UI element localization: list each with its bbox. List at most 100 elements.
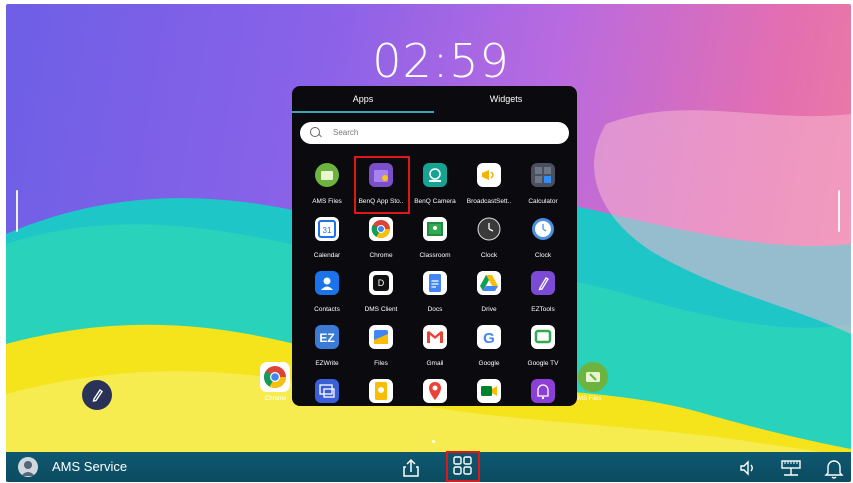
app-drawer: Apps Widgets Search AMS Files BenQ App S… bbox=[292, 86, 577, 406]
volume-button[interactable] bbox=[738, 458, 758, 478]
app-meet[interactable] bbox=[462, 374, 516, 406]
app-google[interactable]: G Google bbox=[462, 320, 516, 374]
app-label: BenQ Camera bbox=[414, 198, 456, 205]
app-label: DMS Client bbox=[364, 306, 398, 313]
search-placeholder: Search bbox=[333, 128, 359, 137]
clock-icon bbox=[531, 217, 555, 241]
app-gmail[interactable]: Gmail bbox=[408, 320, 462, 374]
right-edge-handle[interactable] bbox=[838, 190, 840, 232]
network-button[interactable] bbox=[780, 458, 802, 478]
drive-icon bbox=[477, 271, 501, 295]
app-label: Docs bbox=[427, 306, 443, 313]
app-alarm[interactable] bbox=[516, 374, 570, 406]
highlight-benq-app-store bbox=[354, 156, 410, 214]
docs-icon bbox=[423, 271, 447, 295]
app-keep[interactable] bbox=[354, 374, 408, 406]
app-eztools[interactable]: EZTools bbox=[516, 266, 570, 320]
ezwrite-icon: EZ bbox=[315, 325, 339, 349]
app-label: Drive bbox=[481, 306, 497, 313]
broadcast-settings-icon bbox=[477, 163, 501, 187]
dms-client-icon: D bbox=[369, 271, 393, 295]
app-label: BroadcastSett.. bbox=[466, 198, 512, 205]
app-label: Calendar bbox=[313, 252, 341, 259]
ams-files-icon bbox=[586, 372, 600, 382]
app-label: AMS Files bbox=[312, 198, 342, 205]
app-chrome[interactable]: Chrome bbox=[354, 212, 408, 266]
app-benq-camera[interactable]: BenQ Camera bbox=[408, 158, 462, 212]
drawer-tabs: Apps Widgets bbox=[292, 86, 577, 114]
gmail-icon bbox=[423, 325, 447, 349]
app-drive[interactable]: Drive bbox=[462, 266, 516, 320]
home-clock: 02:59 bbox=[372, 34, 510, 88]
notification-bell-icon bbox=[824, 460, 844, 479]
app-ezwrite[interactable]: EZ EZWrite bbox=[300, 320, 354, 374]
taskbar: AMS Service bbox=[6, 451, 851, 482]
app-calculator[interactable]: Calculator bbox=[516, 158, 570, 212]
classroom-icon bbox=[423, 217, 447, 241]
app-ams-files[interactable]: AMS Files bbox=[300, 158, 354, 212]
left-edge-handle[interactable] bbox=[16, 190, 18, 232]
search-input[interactable]: Search bbox=[300, 122, 569, 144]
app-label: Google TV bbox=[527, 360, 559, 367]
app-label: Clock bbox=[480, 252, 498, 259]
user-name[interactable]: AMS Service bbox=[52, 459, 127, 474]
desktop-screen: 02:59 Chrome AMS Files Apps Widgets Sear… bbox=[6, 4, 851, 482]
apps-button[interactable] bbox=[446, 451, 480, 482]
app-screen-share[interactable] bbox=[300, 374, 354, 406]
app-broadcast-settings[interactable]: BroadcastSett.. bbox=[462, 158, 516, 212]
desktop-chrome-icon[interactable] bbox=[260, 362, 290, 392]
app-google-tv[interactable]: Google TV bbox=[516, 320, 570, 374]
maps-icon bbox=[423, 379, 447, 403]
app-label: Calculator bbox=[528, 198, 558, 205]
user-icon bbox=[21, 461, 35, 476]
share-screen-button[interactable] bbox=[400, 457, 422, 479]
app-label: Files bbox=[374, 360, 388, 367]
network-icon bbox=[781, 460, 801, 476]
ams-files-icon bbox=[315, 163, 339, 187]
desktop-ams-files-icon[interactable] bbox=[578, 362, 608, 392]
pen-icon bbox=[92, 388, 103, 402]
app-maps[interactable] bbox=[408, 374, 462, 406]
search-icon bbox=[310, 127, 320, 137]
google-icon: G bbox=[477, 325, 501, 349]
benq-camera-icon bbox=[423, 163, 447, 187]
app-label: Clock bbox=[534, 252, 552, 259]
app-label: Contacts bbox=[314, 306, 340, 313]
chrome-icon bbox=[264, 366, 286, 388]
tab-indicator bbox=[292, 111, 434, 113]
avatar[interactable] bbox=[18, 457, 38, 477]
app-calendar[interactable]: 31 Calendar bbox=[300, 212, 354, 266]
app-clock-1[interactable]: Clock bbox=[462, 212, 516, 266]
volume-icon bbox=[740, 460, 753, 476]
clock-icon bbox=[477, 217, 501, 241]
svg-text:G: G bbox=[483, 330, 495, 347]
app-docs[interactable]: Docs bbox=[408, 266, 462, 320]
app-label: Gmail bbox=[426, 360, 444, 367]
app-label: EZTools bbox=[531, 306, 555, 313]
svg-text:D: D bbox=[378, 278, 385, 288]
google-tv-icon bbox=[531, 325, 555, 349]
files-icon bbox=[369, 325, 393, 349]
app-dms-client[interactable]: D DMS Client bbox=[354, 266, 408, 320]
calendar-icon: 31 bbox=[315, 217, 339, 241]
screen-share-icon bbox=[315, 379, 339, 403]
app-classroom[interactable]: Classroom bbox=[408, 212, 462, 266]
app-label: Chrome bbox=[369, 252, 393, 259]
app-contacts[interactable]: Contacts bbox=[300, 266, 354, 320]
app-label: EZWrite bbox=[315, 360, 339, 367]
eztools-icon bbox=[531, 271, 555, 295]
app-files[interactable]: Files bbox=[354, 320, 408, 374]
tab-apps[interactable]: Apps bbox=[292, 94, 434, 104]
chrome-icon bbox=[369, 217, 393, 241]
svg-text:EZ: EZ bbox=[319, 331, 334, 345]
notifications-button[interactable] bbox=[824, 457, 844, 479]
keep-icon bbox=[369, 379, 393, 403]
desktop-chrome-label: Chrome bbox=[265, 396, 287, 402]
pen-floating-button[interactable] bbox=[82, 380, 112, 410]
contacts-icon bbox=[315, 271, 339, 295]
alarm-icon bbox=[531, 379, 555, 403]
desktop-ams-files-label: AMS Files bbox=[574, 396, 602, 402]
app-clock-2[interactable]: Clock bbox=[516, 212, 570, 266]
tab-widgets[interactable]: Widgets bbox=[435, 94, 577, 104]
share-screen-icon bbox=[403, 458, 419, 477]
